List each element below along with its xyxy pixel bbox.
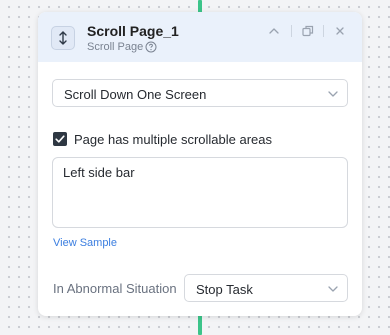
collapse-icon[interactable]	[267, 24, 281, 38]
help-icon[interactable]	[145, 41, 157, 53]
chevron-down-icon	[328, 286, 338, 292]
abnormal-situation-select[interactable]: Stop Task	[184, 274, 348, 302]
scroll-mode-value: Scroll Down One Screen	[64, 87, 207, 102]
scroll-mode-select[interactable]: Scroll Down One Screen	[52, 79, 348, 107]
multi-scroll-checkbox[interactable]	[53, 132, 67, 146]
scroll-area-value: Left side bar	[63, 165, 135, 180]
abnormal-situation-value: Stop Task	[196, 282, 253, 297]
scroll-icon	[51, 26, 75, 50]
multi-scroll-label: Page has multiple scrollable areas	[74, 132, 272, 147]
check-icon	[55, 135, 65, 143]
close-icon[interactable]	[333, 24, 347, 38]
header-divider	[323, 25, 324, 37]
scroll-page-panel: Scroll Page_1 Scroll Page Scroll Down On…	[38, 12, 362, 316]
panel-header: Scroll Page_1 Scroll Page	[38, 12, 362, 62]
header-divider	[291, 25, 292, 37]
view-sample-link[interactable]: View Sample	[53, 237, 117, 249]
copy-icon[interactable]	[301, 24, 315, 38]
scroll-area-input[interactable]: Left side bar	[52, 157, 348, 228]
chevron-down-icon	[328, 91, 338, 97]
abnormal-situation-label: In Abnormal Situation	[53, 281, 177, 296]
panel-subtitle: Scroll Page	[87, 41, 144, 53]
panel-title: Scroll Page_1	[87, 23, 179, 39]
